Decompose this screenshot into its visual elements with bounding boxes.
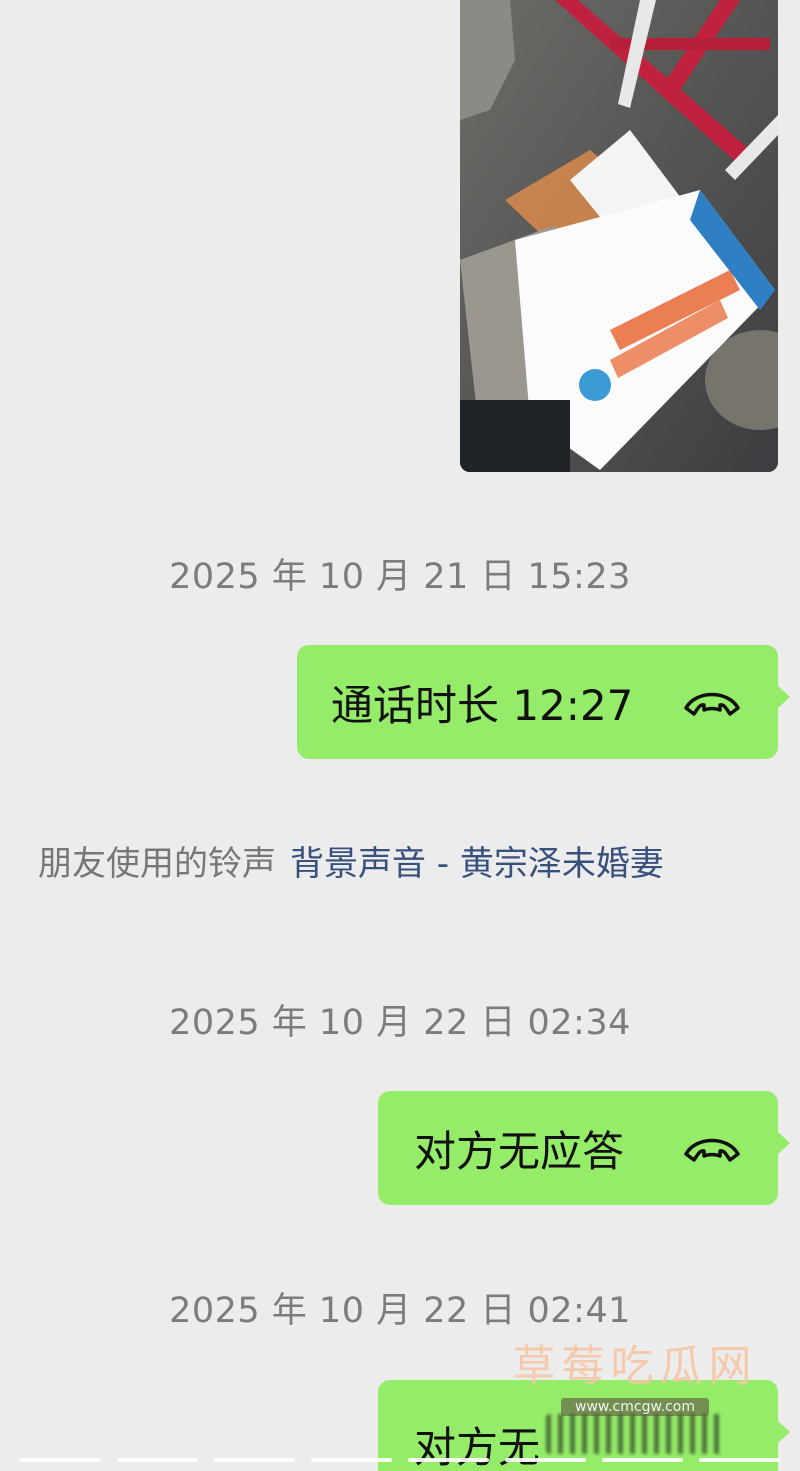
no-answer-text: 对方无应答 bbox=[414, 1126, 625, 1176]
no-answer-text: 对方无 bbox=[414, 1423, 541, 1471]
ringtone-link[interactable]: 背景声音 - 黄宗泽未婚妻 bbox=[290, 844, 664, 884]
scroll-dash bbox=[699, 1458, 780, 1462]
scroll-dash bbox=[20, 1458, 101, 1462]
ringtone-label: 朋友使用的铃声 bbox=[38, 844, 276, 884]
scroll-dash bbox=[117, 1458, 198, 1462]
scroll-dash bbox=[408, 1458, 489, 1462]
timestamp: 2025 年 10 月 22 日 02:41 bbox=[169, 1291, 631, 1331]
scroll-dash bbox=[214, 1458, 295, 1462]
obscured-text bbox=[546, 1414, 727, 1454]
phone-hangup-icon bbox=[680, 684, 744, 720]
watermark-url: www.cmcgw.com bbox=[561, 1398, 709, 1416]
timestamp: 2025 年 10 月 21 日 15:23 bbox=[169, 557, 631, 597]
no-answer-bubble[interactable]: 对方无应答 bbox=[378, 1091, 790, 1205]
scroll-dash bbox=[602, 1458, 683, 1462]
call-duration-text: 通话时长 12:27 bbox=[331, 680, 634, 730]
photo-of-medicine-box-icon bbox=[460, 0, 778, 472]
timestamp: 2025 年 10 月 22 日 02:34 bbox=[169, 1003, 631, 1043]
image-message[interactable] bbox=[460, 0, 778, 472]
watermark-title: 草莓吃瓜网 bbox=[512, 1342, 758, 1392]
scroll-indicator bbox=[20, 1458, 780, 1462]
scroll-dash bbox=[311, 1458, 392, 1462]
call-duration-bubble[interactable]: 通话时长 12:27 bbox=[297, 645, 790, 759]
watermark: 草莓吃瓜网 www.cmcgw.com bbox=[510, 1332, 760, 1416]
phone-hangup-icon bbox=[680, 1130, 744, 1166]
chat-screen: 2025 年 10 月 21 日 15:23 通话时长 12:27 朋友使用的铃… bbox=[0, 0, 800, 1471]
scroll-dash bbox=[505, 1458, 586, 1462]
ringtone-notice: 朋友使用的铃声 背景声音 - 黄宗泽未婚妻 bbox=[38, 836, 768, 885]
